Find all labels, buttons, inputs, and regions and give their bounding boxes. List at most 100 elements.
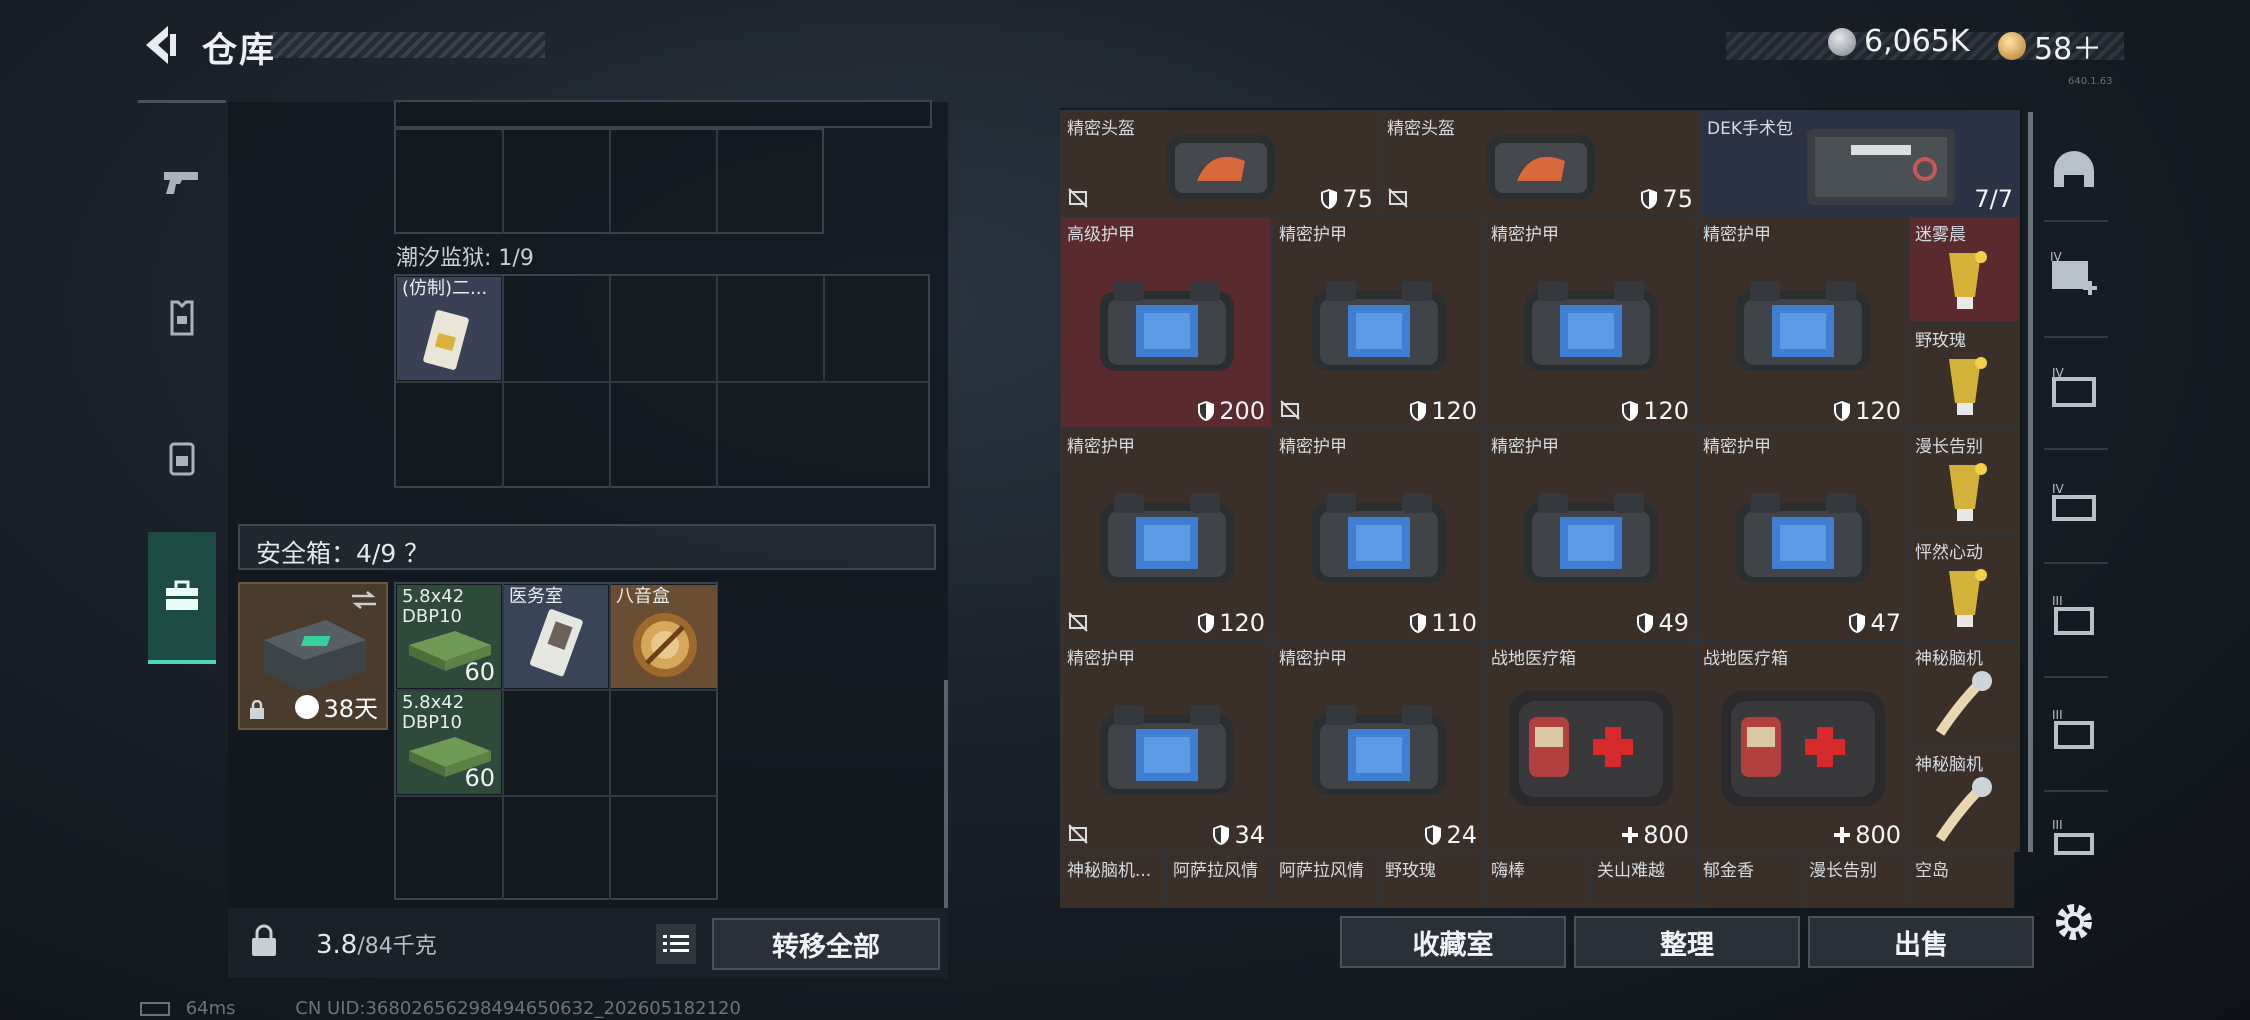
silver-amount: 6,065K — [1864, 24, 1970, 59]
left-scrollbar[interactable] — [944, 680, 948, 908]
swap-icon[interactable] — [350, 590, 378, 610]
stash-item-consumable[interactable]: 嗨棒 — [1484, 852, 1590, 908]
stash-grid[interactable]: 精密头盔 75 精密头盔 75 DEK手术包 7/7 高级护甲 200 精密护甲 120 精密护甲 1… — [1060, 110, 2020, 908]
item-value: 200 — [1197, 397, 1265, 425]
item-value-text: 75 — [1662, 185, 1693, 213]
stash-item-armor[interactable]: 精密护甲 24 — [1272, 640, 1484, 852]
item-name: 阿萨拉风情 — [1173, 861, 1258, 881]
prison-container-grid[interactable]: (仿制)二... — [394, 274, 930, 488]
armor-vest-icon — [1736, 281, 1870, 371]
stash-item-armor[interactable]: 精密护甲 34 — [1060, 640, 1272, 852]
stash-item-drink[interactable]: 怦然心动 — [1908, 534, 2020, 640]
stash-item-armor[interactable]: 精密护甲 120 — [1272, 216, 1484, 428]
durability-shield-icon — [1425, 825, 1442, 845]
safe-item-music-box[interactable]: 八音盒 — [611, 585, 717, 688]
stash-scrollbar[interactable] — [2028, 112, 2033, 852]
silver-currency[interactable]: 6,065K — [1828, 24, 1970, 59]
stash-item-brain[interactable]: 神秘脑机 — [1908, 640, 2020, 746]
filter-medkit-add[interactable]: IV — [2040, 240, 2108, 310]
stash-item-consumable[interactable]: 阿萨拉风情 — [1166, 852, 1272, 908]
stash-item-medkit[interactable]: 战地医疗箱 800 — [1696, 640, 1908, 852]
stash-item-consumable[interactable]: 阿萨拉风情 — [1272, 852, 1378, 908]
safe-box-grid[interactable]: 5.8x42 DBP10 60 医务室 八音盒 5.8x42 DBP10 60 — [394, 582, 718, 900]
stash-item-drink[interactable]: 漫长告别 — [1908, 428, 2020, 534]
weight-display: 3.8/84千克 — [316, 928, 437, 960]
stash-item-consumable[interactable]: 空岛 — [1908, 852, 2014, 908]
stash-item-armor[interactable]: 精密护甲 110 — [1272, 428, 1484, 640]
svg-text:IV: IV — [2052, 366, 2065, 380]
filter-backpack-4[interactable]: IV — [2040, 468, 2108, 538]
tab-backpack[interactable] — [140, 392, 224, 524]
stash-item-armor[interactable]: 精密护甲 47 — [1696, 428, 1908, 640]
safe-box-label[interactable]: 安全箱：4/9 ？ — [238, 524, 936, 570]
top-item-strip — [394, 100, 932, 128]
item-name: 精密护甲 — [1279, 437, 1347, 457]
filter-armor-4[interactable]: IV — [2040, 356, 2108, 426]
gear-icon — [2056, 904, 2092, 940]
padlock-icon[interactable] — [250, 924, 278, 958]
back-arrow-icon[interactable] — [138, 22, 184, 68]
item-value-text: 24 — [1446, 821, 1477, 849]
safe-item-clinic-card[interactable]: 医务室 — [504, 585, 608, 688]
cocktail-icon — [1949, 251, 1987, 309]
stash-item-medkit[interactable]: 战地医疗箱 800 — [1484, 640, 1696, 852]
stash-item-drink[interactable]: 迷雾晨 — [1908, 216, 2020, 322]
stash-item-armor[interactable]: 精密护甲 120 — [1060, 428, 1272, 640]
safe-case-card[interactable]: 38天 — [238, 582, 388, 730]
upper-container-grid[interactable] — [394, 128, 824, 234]
ammo-name: 5.8x42 DBP10 — [402, 692, 465, 733]
svg-text:III: III — [2052, 818, 2063, 832]
filter-tier-3b[interactable]: III — [2040, 696, 2108, 766]
stash-item-consumable[interactable]: 漫长告别 — [1802, 852, 1908, 908]
stash-item-armor[interactable]: 精密护甲 120 — [1484, 216, 1696, 428]
item-value-text: 800 — [1855, 821, 1901, 849]
tab-safe-box[interactable] — [148, 532, 216, 664]
weight-max: /84千克 — [357, 934, 437, 959]
stash-item-helmet[interactable]: 精密头盔 75 — [1380, 110, 1700, 216]
neural-chip-icon — [1935, 671, 1992, 736]
stash-item-brain[interactable]: 神秘脑机 — [1908, 746, 2020, 852]
item-value-text: 120 — [1643, 397, 1689, 425]
sell-button[interactable]: 出售 — [1808, 916, 2034, 968]
filter-divider — [2044, 448, 2108, 450]
item-name: 精密护甲 — [1703, 437, 1771, 457]
tab-vest[interactable] — [140, 252, 224, 384]
settings-button[interactable] — [2040, 886, 2108, 958]
item-value: 800 — [1621, 821, 1689, 849]
item-name: 迷雾晨 — [1915, 225, 1966, 245]
item-value-text: 120 — [1431, 397, 1477, 425]
tab-weapons[interactable] — [140, 116, 224, 248]
stash-item-consumable[interactable]: 野玫瑰 — [1378, 852, 1484, 908]
stash-item-consumable[interactable]: 关山难越 — [1590, 852, 1696, 908]
item-name: 漫长告别 — [1809, 861, 1877, 881]
stash-item-consumable[interactable]: 郁金香 — [1696, 852, 1802, 908]
item-value: 120 — [1833, 397, 1901, 425]
uid-text: CN UID:36802656298494650632_202605182120 — [295, 998, 741, 1019]
filter-tier-3c[interactable]: III — [2040, 806, 2108, 876]
prison-item-card[interactable]: (仿制)二... — [397, 277, 501, 380]
collection-room-button[interactable]: 收藏室 — [1340, 916, 1566, 968]
stash-item-armor[interactable]: 精密护甲 49 — [1484, 428, 1696, 640]
keycard-icon — [530, 609, 583, 677]
stash-item-helmet[interactable]: 精密头盔 75 — [1060, 110, 1380, 216]
transfer-all-button[interactable]: 转移全部 — [712, 918, 940, 970]
filter-divider — [2044, 220, 2108, 222]
durability-shield-icon — [1410, 401, 1427, 421]
sort-button[interactable]: 整理 — [1574, 916, 1800, 968]
filter-tier-3a[interactable]: III — [2040, 582, 2108, 652]
stash-item-armor[interactable]: 高级护甲 200 — [1060, 216, 1272, 428]
stash-item-drink[interactable]: 野玫瑰 — [1908, 322, 2020, 428]
stash-item-surgical[interactable]: DEK手术包 7/7 — [1700, 110, 2020, 216]
tier-three-icon: III — [2052, 594, 2094, 635]
filter-helmet[interactable] — [2040, 136, 2108, 206]
list-view-button[interactable] — [656, 924, 696, 964]
item-name: 阿萨拉风情 — [1279, 861, 1364, 881]
gold-currency[interactable]: 58＋ — [1998, 24, 2102, 68]
field-medkit-icon — [1721, 691, 1885, 807]
stash-item-armor[interactable]: 精密护甲 120 — [1696, 216, 1908, 428]
armor-vest-icon — [1100, 493, 1234, 583]
safe-item-ammo-1[interactable]: 5.8x42 DBP10 60 — [397, 585, 501, 688]
stash-item-consumable[interactable]: 神秘脑机... — [1060, 852, 1166, 908]
safe-item-ammo-2[interactable]: 5.8x42 DBP10 60 — [397, 691, 501, 794]
item-value: 120 — [1197, 609, 1265, 637]
